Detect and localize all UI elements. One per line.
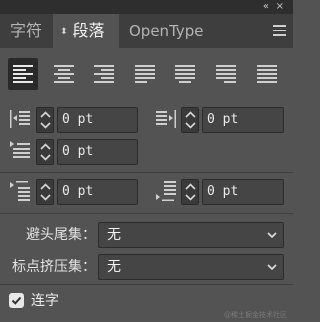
first-line-indent-field: 0 pt (10, 139, 138, 165)
align-center-icon (54, 65, 74, 83)
up-down-chevron-icon (40, 111, 51, 129)
tab-paragraph[interactable]: ⬍ 段落 (53, 14, 119, 48)
kinsoku-label: 避头尾集： (26, 227, 96, 243)
section-divider (0, 213, 293, 214)
kinsoku-select[interactable]: 无 (98, 222, 284, 248)
right-indent-input[interactable]: 0 pt (202, 107, 284, 133)
up-down-chevron-icon (40, 183, 51, 201)
kinsoku-value: 无 (107, 227, 121, 243)
align-center-button[interactable] (49, 58, 79, 90)
right-indent-icon (156, 110, 176, 128)
panel-tab-bar: 字符 ⬍ 段落 OpenType (0, 14, 293, 48)
up-down-chevron-icon (40, 143, 51, 161)
tab-opentype-label: OpenType (129, 22, 204, 40)
checkmark-icon (11, 296, 22, 305)
watermark-text: @稀土掘金技术社区 (224, 311, 287, 319)
mojikumi-select[interactable]: 无 (98, 254, 284, 280)
first-line-indent-input[interactable]: 0 pt (57, 139, 138, 165)
left-indent-input[interactable]: 0 pt (57, 107, 138, 133)
align-left-button[interactable] (8, 58, 38, 90)
chevron-down-icon (267, 264, 277, 271)
align-right-icon (94, 65, 114, 83)
panel-title-strip: « × (0, 0, 293, 14)
kinsoku-row: 避头尾集： 无 (0, 222, 293, 248)
justify-all-button[interactable] (252, 58, 282, 90)
alignment-button-row (8, 58, 288, 90)
up-down-arrows-icon: ⬍ (60, 27, 68, 37)
close-panel-icon[interactable]: × (276, 0, 284, 14)
right-indent-stepper[interactable] (181, 107, 199, 133)
align-left-icon (13, 65, 33, 83)
tab-character-label: 字符 (10, 21, 43, 40)
space-after-stepper[interactable] (181, 179, 199, 205)
justify-last-left-button[interactable] (130, 58, 160, 90)
left-indent-field: 0 pt (10, 107, 138, 133)
chevron-down-icon (267, 232, 277, 239)
mojikumi-row: 标点挤压集： 无 (0, 254, 293, 280)
up-down-chevron-icon (185, 111, 196, 129)
section-divider (0, 284, 293, 285)
space-after-icon (156, 181, 176, 201)
justify-all-icon (257, 65, 277, 83)
up-down-chevron-icon (185, 183, 196, 201)
space-before-stepper[interactable] (36, 179, 54, 205)
hyphenate-label: 连字 (31, 293, 59, 309)
space-after-input[interactable]: 0 pt (202, 179, 284, 205)
space-before-input[interactable]: 0 pt (57, 179, 138, 205)
justify-last-center-button[interactable] (170, 58, 200, 90)
first-line-indent-stepper[interactable] (36, 139, 54, 165)
justify-last-right-button[interactable] (211, 58, 241, 90)
align-right-button[interactable] (89, 58, 119, 90)
panel-menu-icon[interactable] (273, 25, 286, 36)
left-indent-stepper[interactable] (36, 107, 54, 133)
right-indent-field: 0 pt (156, 107, 284, 133)
space-after-field: 0 pt (156, 179, 284, 205)
justify-last-right-icon (216, 65, 236, 83)
first-line-indent-icon (10, 141, 30, 158)
collapse-panel-icon[interactable]: « (263, 0, 269, 14)
tab-paragraph-label: 段落 (72, 21, 105, 40)
justify-last-left-icon (135, 65, 155, 83)
section-divider (0, 172, 293, 173)
space-before-field: 0 pt (10, 179, 138, 205)
space-before-icon (10, 181, 30, 201)
mojikumi-value: 无 (107, 259, 121, 275)
tab-character[interactable]: 字符 (0, 14, 53, 48)
hyphenate-checkbox[interactable] (9, 293, 24, 308)
tab-opentype[interactable]: OpenType (119, 14, 229, 48)
mojikumi-label: 标点挤压集： (12, 259, 96, 275)
left-indent-icon (10, 110, 30, 128)
justify-last-center-icon (175, 65, 195, 83)
